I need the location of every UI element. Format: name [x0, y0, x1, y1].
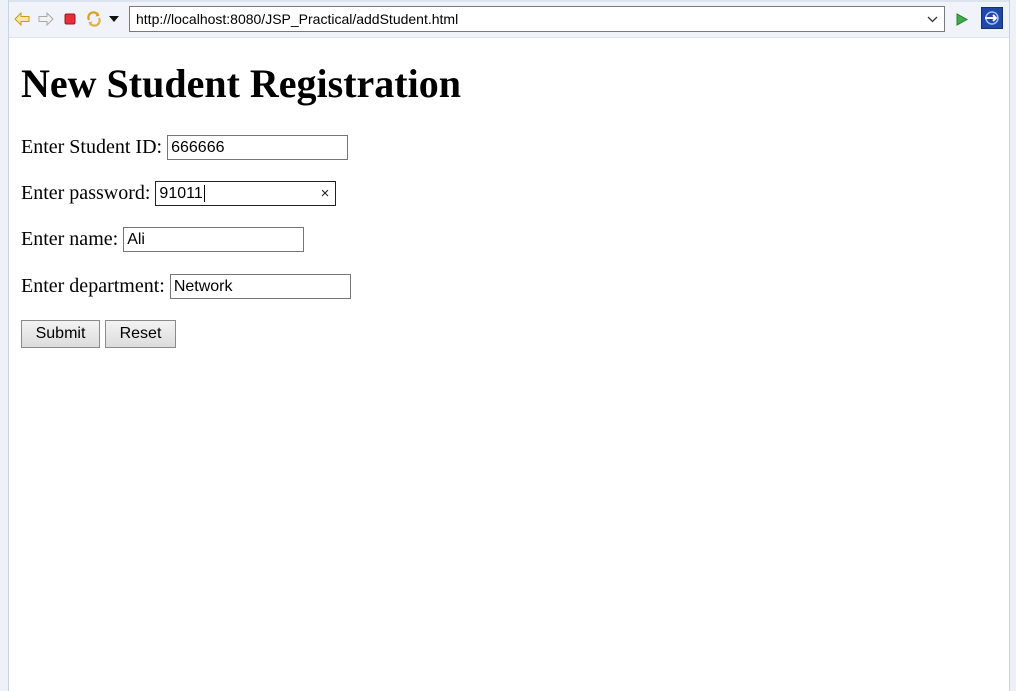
password-value: 91011: [159, 185, 203, 202]
menu-dropdown-icon[interactable]: [105, 10, 123, 28]
name-value: Ali: [127, 231, 145, 248]
name-input[interactable]: Ali: [123, 227, 305, 252]
forward-arrow-icon[interactable]: [37, 10, 55, 28]
name-label: Enter name:: [21, 228, 119, 250]
department-label: Enter department:: [21, 275, 165, 297]
clear-input-icon[interactable]: ×: [321, 182, 330, 205]
student-id-input[interactable]: 666666: [167, 135, 349, 160]
department-row: Enter department: Network: [21, 274, 351, 299]
department-input[interactable]: Network: [169, 274, 351, 299]
text-caret: [203, 185, 205, 203]
submit-button[interactable]: Submit: [21, 320, 100, 348]
name-row: Enter name: Ali: [21, 227, 305, 252]
form-buttons: Submit Reset: [21, 320, 181, 348]
page-title: New Student Registration: [21, 61, 461, 106]
url-dropdown-icon[interactable]: [922, 8, 942, 30]
browser-window: http://localhost:8080/JSP_Practical/addS…: [0, 0, 1016, 691]
password-row: Enter password: 91011 ×: [21, 181, 337, 206]
window-left-edge: [0, 0, 9, 691]
refresh-icon[interactable]: [85, 10, 103, 28]
student-id-label: Enter Student ID:: [21, 136, 163, 158]
toolbar-top-line: [9, 0, 1009, 2]
window-right-edge: [1009, 0, 1016, 691]
password-label: Enter password:: [21, 182, 151, 204]
reset-button[interactable]: Reset: [105, 320, 176, 348]
url-bar[interactable]: http://localhost:8080/JSP_Practical/addS…: [129, 6, 945, 32]
back-arrow-icon[interactable]: [13, 10, 31, 28]
password-input[interactable]: 91011 ×: [155, 181, 337, 206]
go-icon[interactable]: [953, 10, 971, 28]
external-browser-icon[interactable]: [981, 7, 1003, 29]
student-id-value: 666666: [171, 139, 225, 156]
url-text: http://localhost:8080/JSP_Practical/addS…: [136, 11, 459, 27]
student-id-row: Enter Student ID: 666666: [21, 135, 349, 160]
stop-icon[interactable]: [61, 10, 79, 28]
browser-toolbar: http://localhost:8080/JSP_Practical/addS…: [9, 0, 1009, 38]
department-value: Network: [173, 278, 233, 295]
